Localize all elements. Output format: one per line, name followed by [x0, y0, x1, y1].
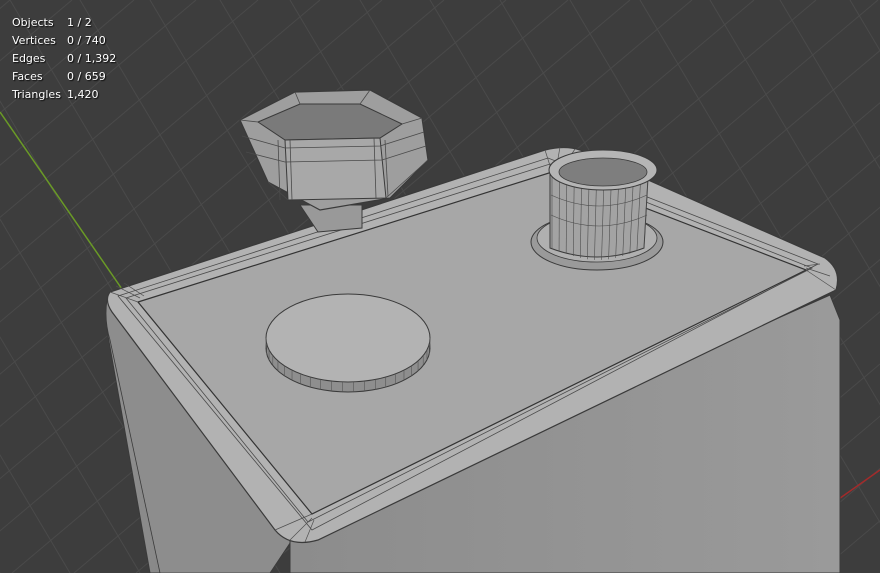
grid-line	[0, 0, 11, 10]
stat-row-triangles: Triangles 1,420	[12, 86, 116, 104]
round-disc	[265, 293, 431, 393]
stat-value: 0 / 659	[67, 70, 106, 83]
stat-row-edges: Edges 0 / 1,392	[12, 50, 116, 68]
stat-label: Triangles	[12, 88, 61, 101]
spout-cylinder	[530, 149, 664, 271]
stat-label: Vertices	[12, 34, 56, 47]
stat-label: Objects	[12, 16, 54, 29]
stat-label: Edges	[12, 52, 46, 65]
stat-row-faces: Faces 0 / 659	[12, 68, 116, 86]
viewport-canvas[interactable]	[0, 0, 880, 573]
stat-value: 0 / 1,392	[67, 52, 117, 65]
3d-viewport[interactable]: Objects 1 / 2 Vertices 0 / 740 Edges 0 /…	[0, 0, 880, 573]
stat-value: 0 / 740	[67, 34, 106, 47]
stat-value: 1 / 2	[67, 16, 92, 29]
stat-row-vertices: Vertices 0 / 740	[12, 32, 116, 50]
stat-row-objects: Objects 1 / 2	[12, 14, 116, 32]
box-mesh[interactable]	[105, 146, 841, 573]
stat-value: 1,420	[67, 88, 99, 101]
stat-label: Faces	[12, 70, 43, 83]
stats-overlay: Objects 1 / 2 Vertices 0 / 740 Edges 0 /…	[12, 14, 116, 104]
